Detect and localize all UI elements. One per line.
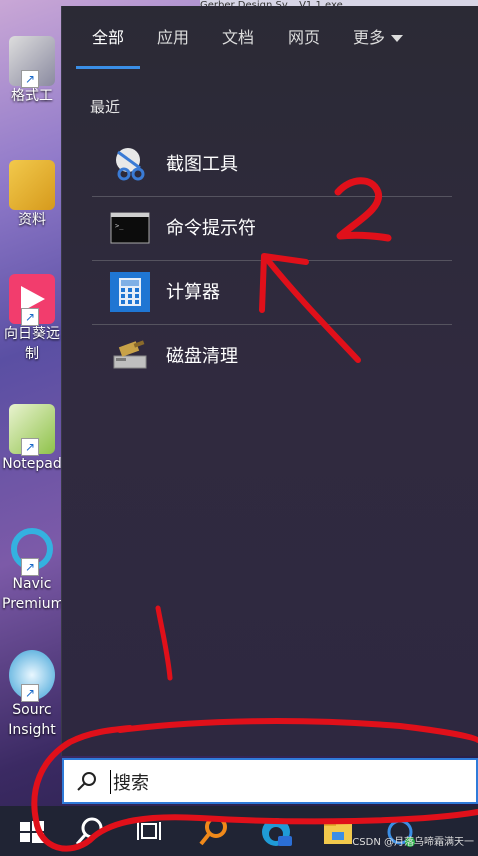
search-tabs: 全部 应用 文档 网页 更多 (62, 6, 478, 70)
recent-item-label: 截图工具 (166, 154, 238, 175)
taskbar-search-icon[interactable] (72, 814, 108, 850)
sunlogin-icon: ↗ (9, 274, 55, 326)
desktop-icon-sunlogin[interactable]: ↗ 向日葵远 制 (2, 274, 62, 364)
tab-all[interactable]: 全部 (92, 26, 124, 50)
desktop-icon-source-insight[interactable]: ↗ Sourc Insight (2, 650, 62, 740)
navicat-icon: ↗ (9, 524, 55, 576)
svg-text:>_: >_ (115, 222, 124, 230)
tab-web[interactable]: 网页 (288, 26, 320, 50)
watermark: CSDN @月落乌啼霜满天一 (352, 837, 474, 848)
shortcut-arrow-icon: ↗ (21, 308, 39, 326)
notepad-plus-icon: ↗ (9, 404, 55, 456)
recent-item-calculator[interactable]: 计算器 (92, 262, 452, 322)
text-caret (110, 770, 111, 794)
recent-item-snipping-tool[interactable]: 截图工具 (92, 134, 452, 194)
chevron-down-icon (391, 35, 404, 42)
search-input[interactable]: 搜索 (113, 769, 149, 795)
desktop-icon-label: Sourc (12, 702, 52, 718)
shortcut-arrow-icon: ↗ (21, 70, 39, 88)
desktop-icons: ↗ 格式工 资料 ↗ 向日葵远 制 ↗ Notepad ↗ Navic Prem… (0, 0, 65, 810)
active-tab-indicator (76, 66, 140, 69)
tab-more[interactable]: 更多 (353, 26, 404, 50)
desktop-icon-label: 制 (25, 346, 39, 362)
divider (92, 324, 452, 325)
source-insight-icon: ↗ (9, 650, 55, 702)
desktop-icon-label: Insight (8, 722, 56, 738)
recent-item-label: 磁盘清理 (166, 346, 238, 367)
desktop-icon-navicat[interactable]: ↗ Navic Premium (2, 524, 65, 614)
format-tool-icon: ↗ (9, 36, 55, 88)
shortcut-arrow-icon: ↗ (21, 438, 39, 456)
desktop-icon-label: 资料 (18, 212, 46, 228)
tab-documents[interactable]: 文档 (222, 26, 254, 50)
divider (92, 260, 452, 261)
desktop-icon-label: 格式工 (11, 88, 53, 104)
disk-cleanup-icon (113, 340, 147, 369)
tab-more-label: 更多 (353, 28, 386, 47)
recent-item-command-prompt[interactable]: >_ 命令提示符 (92, 198, 452, 258)
desktop-icon-label: 向日葵远 (4, 326, 60, 342)
calculator-icon (110, 272, 150, 312)
search-box[interactable]: 搜索 (62, 758, 478, 804)
task-view-icon[interactable] (132, 814, 168, 850)
recent-item-label: 命令提示符 (166, 218, 256, 239)
shortcut-arrow-icon: ↗ (21, 558, 39, 576)
search-icon (77, 772, 96, 791)
windows-start-icon[interactable] (14, 814, 50, 850)
tab-apps[interactable]: 应用 (157, 26, 189, 50)
everything-search-icon[interactable] (196, 814, 232, 850)
folder-icon (9, 160, 55, 210)
taskbar: CSDN @月落乌啼霜满天一 (0, 806, 478, 856)
desktop-icon-format-tool[interactable]: ↗ 格式工 (2, 36, 62, 106)
desktop-icon-notepad[interactable]: ↗ Notepad (2, 404, 62, 474)
edge-browser-icon[interactable] (258, 814, 294, 850)
recent-item-disk-cleanup[interactable]: 磁盘清理 (92, 326, 452, 386)
desktop-icon-label: Navic (12, 576, 52, 592)
recent-item-label: 计算器 (166, 282, 220, 303)
file-explorer-icon[interactable] (320, 814, 356, 850)
desktop-icon-label: Premium (2, 596, 65, 612)
shortcut-arrow-icon: ↗ (21, 684, 39, 702)
divider (92, 196, 452, 197)
recent-section-title: 最近 (90, 98, 121, 116)
desktop-icon-materials[interactable]: 资料 (2, 160, 62, 230)
desktop-icon-label: Notepad (2, 456, 62, 472)
start-search-panel: 全部 应用 文档 网页 更多 最近 截图工具 >_ 命令提示符 计算器 磁盘清理 (61, 6, 478, 756)
command-prompt-icon: >_ (110, 212, 150, 244)
snipping-tool-icon (116, 148, 145, 181)
